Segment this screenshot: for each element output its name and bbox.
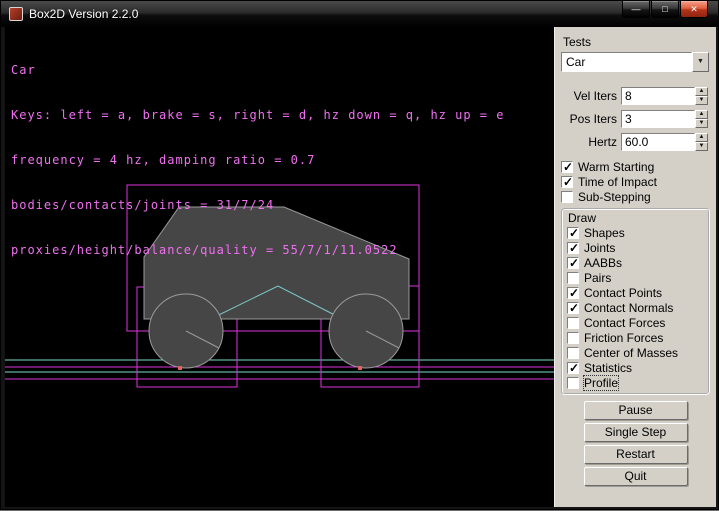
checkbox-box[interactable] [567, 317, 579, 329]
checkbox-label: Profile [584, 376, 618, 390]
checkbox-label: Contact Normals [584, 301, 673, 315]
checkbox-label: Time of Impact [578, 175, 657, 189]
vel-iters-input[interactable] [621, 87, 695, 105]
vel-iters-row: Vel Iters ▲ ▼ [561, 84, 710, 107]
checkbox-warm-starting[interactable]: Warm Starting [561, 159, 710, 174]
checkbox-box[interactable] [567, 242, 579, 254]
hertz-label: Hertz [561, 135, 617, 149]
debug-text-overlay: Car Keys: left = a, brake = s, right = d… [11, 33, 504, 288]
action-buttons: Pause Single Step Restart Quit [561, 401, 710, 489]
overlay-line-keys: Keys: left = a, brake = s, right = d, hz… [11, 108, 504, 123]
draw-group: Draw Shapes Joints AABBs Pairs [561, 208, 710, 395]
pos-iters-spinner: ▲ ▼ [695, 110, 708, 128]
sidebar-panel: Tests Car ▼ Vel Iters ▲ ▼ Pos Iters [554, 27, 716, 507]
dropdown-arrow-icon[interactable]: ▼ [692, 52, 709, 72]
tests-dropdown[interactable]: Car ▼ [561, 52, 709, 72]
checkbox-pairs[interactable]: Pairs [567, 270, 704, 285]
checkbox-friction-forces[interactable]: Friction Forces [567, 330, 704, 345]
pause-button[interactable]: Pause [584, 401, 688, 420]
checkbox-box[interactable] [567, 302, 579, 314]
checkbox-profile[interactable]: Profile [567, 375, 704, 390]
physics-canvas[interactable]: Car Keys: left = a, brake = s, right = d… [5, 27, 554, 507]
checkbox-box[interactable] [567, 347, 579, 359]
checkbox-center-of-masses[interactable]: Center of Masses [567, 345, 704, 360]
checkbox-aabbs[interactable]: AABBs [567, 255, 704, 270]
checkbox-box[interactable] [567, 287, 579, 299]
checkbox-label: AABBs [584, 256, 622, 270]
checkbox-contact-normals[interactable]: Contact Normals [567, 300, 704, 315]
checkbox-joints[interactable]: Joints [567, 240, 704, 255]
window-content: Car Keys: left = a, brake = s, right = d… [1, 27, 718, 507]
checkbox-label: Joints [584, 241, 615, 255]
app-window: Box2D Version 2.2.0 — □ ✕ Car Keys: left… [0, 0, 719, 510]
overlay-line-frequency: frequency = 4 hz, damping ratio = 0.7 [11, 153, 504, 168]
minimize-button[interactable]: — [622, 1, 650, 18]
checkbox-contact-forces[interactable]: Contact Forces [567, 315, 704, 330]
restart-button[interactable]: Restart [584, 445, 688, 464]
spinner-up-icon[interactable]: ▲ [695, 133, 708, 142]
overlay-line-stats: bodies/contacts/joints = 31/7/24 [11, 198, 504, 213]
checkbox-contact-points[interactable]: Contact Points [567, 285, 704, 300]
window-frame-bottom [1, 507, 718, 511]
maximize-button[interactable]: □ [651, 1, 679, 18]
checkbox-box[interactable] [567, 362, 579, 374]
checkbox-label: Friction Forces [584, 331, 663, 345]
tests-dropdown-value[interactable]: Car [561, 52, 692, 72]
vel-iters-spinner: ▲ ▼ [695, 87, 708, 105]
checkbox-label: Contact Forces [584, 316, 665, 330]
pos-iters-label: Pos Iters [561, 112, 617, 126]
checkbox-label: Contact Points [584, 286, 662, 300]
checkbox-label: Statistics [584, 361, 632, 375]
checkbox-time-of-impact[interactable]: Time of Impact [561, 174, 710, 189]
checkbox-box[interactable] [567, 272, 579, 284]
close-button[interactable]: ✕ [680, 1, 708, 18]
hertz-row: Hertz ▲ ▼ [561, 130, 710, 153]
overlay-line-proxies: proxies/height/balance/quality = 55/7/1/… [11, 243, 504, 258]
pos-iters-row: Pos Iters ▲ ▼ [561, 107, 710, 130]
checkbox-label: Sub-Stepping [578, 190, 651, 204]
checkbox-box[interactable] [561, 176, 573, 188]
checkbox-box[interactable] [561, 161, 573, 173]
draw-group-title: Draw [567, 211, 704, 225]
checkbox-label: Shapes [584, 226, 625, 240]
spinner-down-icon[interactable]: ▼ [695, 119, 708, 128]
checkbox-sub-stepping[interactable]: Sub-Stepping [561, 189, 710, 204]
checkbox-box[interactable] [567, 227, 579, 239]
quit-button[interactable]: Quit [584, 467, 688, 486]
checkbox-label: Warm Starting [578, 160, 654, 174]
checkbox-label: Center of Masses [584, 346, 678, 360]
checkbox-box[interactable] [567, 332, 579, 344]
vel-iters-label: Vel Iters [561, 89, 617, 103]
app-icon [9, 7, 23, 21]
contact-point [178, 366, 182, 370]
overlay-line-title: Car [11, 63, 504, 78]
window-title: Box2D Version 2.2.0 [29, 7, 138, 21]
checkbox-box[interactable] [567, 377, 579, 389]
window-controls: — □ ✕ [621, 1, 708, 18]
tests-label: Tests [561, 35, 710, 49]
checkbox-box[interactable] [561, 191, 573, 203]
hertz-spinner: ▲ ▼ [695, 133, 708, 151]
pos-iters-input[interactable] [621, 110, 695, 128]
contact-point [358, 366, 362, 370]
checkbox-label: Pairs [584, 271, 611, 285]
checkbox-box[interactable] [567, 257, 579, 269]
hertz-input[interactable] [621, 133, 695, 151]
checkbox-shapes[interactable]: Shapes [567, 225, 704, 240]
iteration-spinners: Vel Iters ▲ ▼ Pos Iters ▲ ▼ He [561, 84, 710, 153]
spinner-down-icon[interactable]: ▼ [695, 96, 708, 105]
checkbox-statistics[interactable]: Statistics [567, 360, 704, 375]
title-bar[interactable]: Box2D Version 2.2.0 — □ ✕ [1, 1, 718, 27]
single-step-button[interactable]: Single Step [584, 423, 688, 442]
spinner-down-icon[interactable]: ▼ [695, 142, 708, 151]
spinner-up-icon[interactable]: ▲ [695, 87, 708, 96]
spinner-up-icon[interactable]: ▲ [695, 110, 708, 119]
solver-options: Warm Starting Time of Impact Sub-Steppin… [561, 159, 710, 204]
